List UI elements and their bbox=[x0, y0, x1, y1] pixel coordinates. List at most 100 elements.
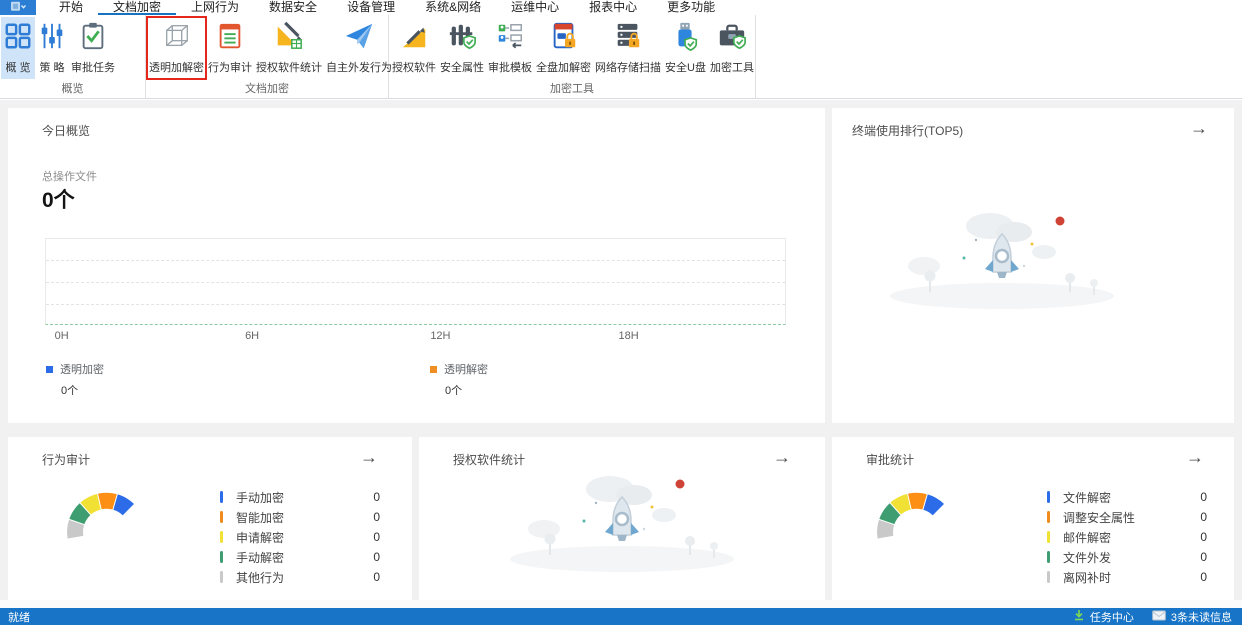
approval-stats-card: 审批统计 → 文件解密 0 调整安全属性 0 邮件解密 0 文件外发 0 离网补… bbox=[832, 437, 1234, 602]
x-tick: 18H bbox=[618, 330, 639, 342]
legend-swatch bbox=[1047, 511, 1050, 523]
security-attributes-button[interactable]: 安全属性 bbox=[438, 17, 486, 79]
behavior-audit-card: 行为审计 → 手动加密 0 智能加密 0 申请解密 0 手动解密 0 其他行为 … bbox=[8, 437, 412, 602]
arrow-right-icon[interactable]: → bbox=[773, 448, 791, 466]
mail-icon bbox=[1152, 610, 1166, 624]
legend-row: 文件解密 0 bbox=[1047, 487, 1207, 507]
tab-ops-center[interactable]: 运维中心 bbox=[496, 0, 574, 15]
legend-row: 申请解密 0 bbox=[220, 527, 380, 547]
tab-home[interactable]: 开始 bbox=[44, 0, 98, 15]
approval-template-icon bbox=[495, 21, 525, 56]
ruler-pencil-icon bbox=[399, 21, 429, 56]
legend-transparent-encrypt: 透明加密 0个 bbox=[46, 361, 104, 398]
app-menu-button[interactable] bbox=[0, 0, 36, 15]
approval-template-button[interactable]: 审批模板 bbox=[486, 17, 534, 79]
legend-swatch bbox=[220, 571, 223, 583]
card-title: 终端使用排行(TOP5) bbox=[852, 124, 964, 138]
x-tick: 6H bbox=[245, 330, 260, 342]
audit-list-icon bbox=[215, 21, 245, 56]
licensed-software-card: 授权软件统计 → bbox=[419, 437, 825, 602]
app-window: 开始 文档加密 上网行为 数据安全 设备管理 系统&网络 运维中心 报表中心 更… bbox=[0, 0, 1242, 625]
empty-state-rocket-illustration bbox=[492, 459, 752, 579]
legend-swatch bbox=[430, 365, 437, 373]
licensed-software-stats-button[interactable]: 授权软件统计 bbox=[254, 17, 324, 79]
server-lock-icon bbox=[613, 21, 643, 56]
approval-tasks-button[interactable]: 审批任务 bbox=[69, 17, 117, 79]
secure-usb-button[interactable]: 安全U盘 bbox=[663, 17, 708, 79]
task-center-button[interactable]: 任务中心 bbox=[1073, 609, 1134, 625]
content-bottom-strip bbox=[0, 600, 1242, 608]
legend-row: 手动解密 0 bbox=[220, 547, 380, 567]
chart-x-axis: 0H 6H 12H 18H bbox=[45, 330, 786, 344]
empty-state-rocket-illustration bbox=[872, 196, 1132, 316]
paper-plane-icon bbox=[344, 21, 374, 56]
status-ready-text: 就绪 bbox=[8, 611, 30, 624]
legend-swatch bbox=[220, 551, 223, 563]
ribbon: 概 览 策 略 审批任务 概览 透明加解密 行为审计 授权软件统计 自主外发行为… bbox=[0, 15, 1242, 99]
total-files-value: 0个 bbox=[42, 189, 75, 212]
legend-transparent-decrypt: 透明解密 0个 bbox=[430, 361, 488, 398]
licensed-software-button[interactable]: 授权软件 bbox=[390, 17, 438, 79]
gauge-legend: 手动加密 0 智能加密 0 申请解密 0 手动解密 0 其他行为 0 bbox=[220, 487, 380, 587]
gauge-chart bbox=[872, 483, 964, 548]
ribbon-tabs: 开始 文档加密 上网行为 数据安全 设备管理 系统&网络 运维中心 报表中心 更… bbox=[44, 0, 730, 15]
arrow-right-icon[interactable]: → bbox=[1190, 119, 1208, 137]
dashboard: 今日概览 总操作文件 0个 0H 6H 12H 18H 透明加密 0个 透明解密… bbox=[0, 100, 1242, 608]
today-overview-card: 今日概览 总操作文件 0个 0H 6H 12H 18H 透明加密 0个 透明解密… bbox=[8, 108, 825, 423]
ribbon-group-label: 概览 bbox=[61, 83, 84, 95]
legend-row: 调整安全属性 0 bbox=[1047, 507, 1207, 527]
legend-swatch bbox=[220, 491, 223, 503]
menu-bar: 开始 文档加密 上网行为 数据安全 设备管理 系统&网络 运维中心 报表中心 更… bbox=[0, 0, 1242, 15]
legend-row: 文件外发 0 bbox=[1047, 547, 1207, 567]
legend-value: 0个 bbox=[445, 385, 463, 397]
card-title: 审批统计 bbox=[866, 453, 915, 467]
card-title: 今日概览 bbox=[42, 124, 91, 138]
legend-row: 其他行为 0 bbox=[220, 567, 380, 587]
toolbox-shield-icon bbox=[717, 21, 747, 56]
software-stats-icon bbox=[274, 21, 304, 56]
ribbon-group-label: 文档加密 bbox=[245, 83, 289, 95]
today-line-chart bbox=[45, 238, 786, 325]
ssd-lock-icon bbox=[549, 21, 579, 56]
tab-system-network[interactable]: 系统&网络 bbox=[410, 0, 496, 15]
overview-button[interactable]: 概 览 bbox=[1, 17, 35, 79]
arrow-right-icon[interactable]: → bbox=[360, 448, 378, 466]
legend-swatch bbox=[1047, 531, 1050, 543]
legend-row: 离网补时 0 bbox=[1047, 567, 1207, 587]
tab-device-management[interactable]: 设备管理 bbox=[332, 0, 410, 15]
total-files-label: 总操作文件 bbox=[42, 171, 97, 183]
arrow-right-icon[interactable]: → bbox=[1186, 448, 1204, 466]
policy-button[interactable]: 策 略 bbox=[35, 17, 69, 79]
legend-swatch bbox=[1047, 571, 1050, 583]
tab-data-security[interactable]: 数据安全 bbox=[254, 0, 332, 15]
tab-report-center[interactable]: 报表中心 bbox=[574, 0, 652, 15]
clipboard-check-icon bbox=[78, 21, 108, 56]
behavior-audit-button[interactable]: 行为审计 bbox=[206, 17, 254, 79]
encryption-tools-button[interactable]: 加密工具 bbox=[708, 17, 756, 79]
fence-shield-icon bbox=[447, 21, 477, 56]
self-outgoing-behavior-button[interactable]: 自主外发行为 bbox=[324, 17, 394, 79]
legend-swatch bbox=[220, 531, 223, 543]
tab-internet-behavior[interactable]: 上网行为 bbox=[176, 0, 254, 15]
sliders-icon bbox=[37, 21, 67, 56]
transparent-encryption-button[interactable]: 透明加解密 bbox=[146, 16, 207, 80]
legend-swatch bbox=[1047, 491, 1050, 503]
legend-row: 智能加密 0 bbox=[220, 507, 380, 527]
legend-swatch bbox=[1047, 551, 1050, 563]
tab-more-features[interactable]: 更多功能 bbox=[652, 0, 730, 15]
ribbon-group-label: 加密工具 bbox=[550, 83, 594, 95]
ribbon-group-overview: 概 览 策 略 审批任务 概览 bbox=[0, 15, 146, 98]
full-disk-encryption-button[interactable]: 全盘加解密 bbox=[534, 17, 593, 79]
unread-messages-button[interactable]: 3条未读信息 bbox=[1152, 609, 1232, 625]
x-tick: 12H bbox=[430, 330, 451, 342]
terminal-ranking-card: 终端使用排行(TOP5) → bbox=[832, 108, 1234, 423]
legend-row: 邮件解密 0 bbox=[1047, 527, 1207, 547]
network-storage-scan-button[interactable]: 网络存储扫描 bbox=[593, 17, 663, 79]
tab-document-encryption[interactable]: 文档加密 bbox=[98, 0, 176, 15]
usb-shield-icon bbox=[670, 21, 700, 56]
status-bar: 就绪 任务中心 3条未读信息 bbox=[0, 608, 1242, 625]
x-tick: 0H bbox=[54, 330, 69, 342]
gauge-chart bbox=[62, 483, 154, 548]
grid-icon bbox=[3, 21, 33, 56]
legend-swatch bbox=[220, 511, 223, 523]
